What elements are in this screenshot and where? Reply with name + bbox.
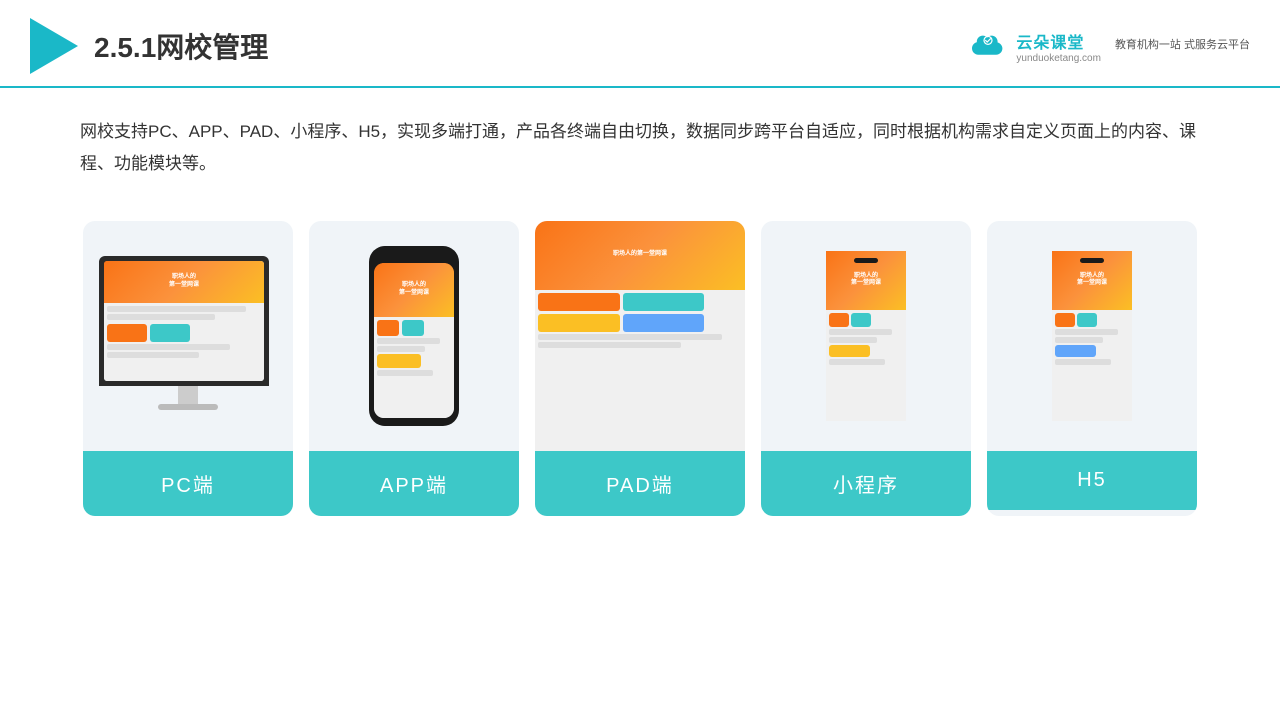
h5-screen-text: 职场人的第一堂网课: [1077, 273, 1107, 289]
card-app: 职场人的第一堂网课: [309, 221, 519, 516]
card-pc-image: 职场人的第一堂网课: [83, 221, 293, 451]
brand-info: 云朵课堂 yunduoketang.com: [1016, 29, 1101, 64]
pad-tablet-icon: 职场人的第一堂网课: [575, 251, 705, 421]
brand-name: 云朵课堂: [1016, 29, 1101, 53]
card-h5: 职场人的第一堂网课: [987, 221, 1197, 516]
page-title: 2.5.1网校管理: [94, 26, 268, 66]
card-h5-label: H5: [987, 451, 1197, 510]
brand-url: yunduoketang.com: [1016, 53, 1101, 64]
card-miniprogram-image: 职场人的第一堂网课: [761, 221, 971, 451]
miniprogram-phone-icon: 职场人的第一堂网课: [826, 251, 906, 421]
card-app-image: 职场人的第一堂网课: [309, 221, 519, 451]
card-pad: 职场人的第一堂网课: [535, 221, 745, 516]
description-text: 网校支持PC、APP、PAD、小程序、H5，实现多端打通，产品各终端自由切换，数…: [0, 88, 1280, 201]
miniprogram-screen-text: 职场人的第一堂网课: [851, 273, 881, 289]
pc-monitor-icon: 职场人的第一堂网课: [99, 256, 277, 416]
logo-triangle-icon: [30, 18, 78, 74]
card-miniprogram-label: 小程序: [761, 451, 971, 516]
card-pad-image: 职场人的第一堂网课: [535, 221, 745, 451]
app-screen-text: 职场人的第一堂网课: [399, 282, 429, 298]
header: 2.5.1网校管理 云朵课堂 yunduoketang.com 教育机构一站 式…: [0, 0, 1280, 88]
brand-tagline: 教育机构一站 式服务云平台: [1115, 38, 1250, 53]
cards-container: 职场人的第一堂网课: [0, 201, 1280, 546]
card-h5-image: 职场人的第一堂网课: [987, 221, 1197, 451]
h5-phone-icon: 职场人的第一堂网课: [1052, 251, 1132, 421]
header-left: 2.5.1网校管理: [30, 18, 268, 74]
header-right: 云朵课堂 yunduoketang.com 教育机构一站 式服务云平台: [968, 29, 1250, 64]
card-pc: 职场人的第一堂网课: [83, 221, 293, 516]
cloud-icon: [968, 32, 1008, 60]
description-paragraph: 网校支持PC、APP、PAD、小程序、H5，实现多端打通，产品各终端自由切换，数…: [80, 116, 1200, 181]
card-pad-label: PAD端: [535, 451, 745, 516]
card-miniprogram: 职场人的第一堂网课: [761, 221, 971, 516]
card-app-label: APP端: [309, 451, 519, 516]
card-pc-label: PC端: [83, 451, 293, 516]
pc-screen-text: 职场人的第一堂网课: [169, 274, 199, 290]
app-phone-icon: 职场人的第一堂网课: [369, 246, 459, 426]
